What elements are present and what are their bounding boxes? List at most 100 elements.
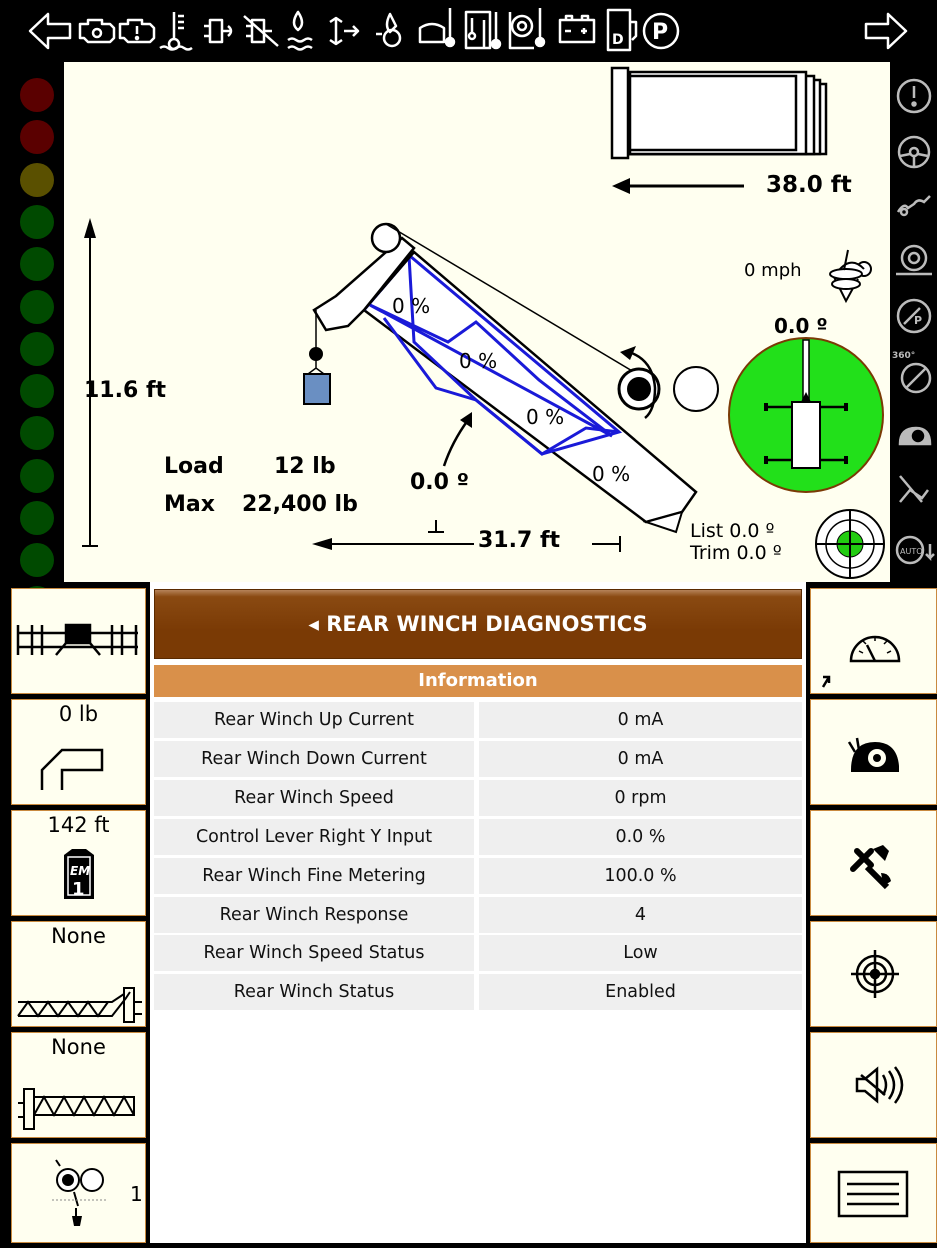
- diagnostic-value: 0 mA: [479, 740, 802, 777]
- diagnostic-label: Rear Winch Speed Status: [154, 935, 474, 972]
- hook-weight-button[interactable]: 0 lb: [11, 699, 146, 805]
- load-value: 12 lb: [274, 454, 336, 479]
- em-mode-icon: EM 1: [64, 849, 94, 900]
- boom-section-3-pct: 0 %: [526, 405, 565, 429]
- svg-text:360°: 360°: [892, 351, 915, 361]
- jib-1-button[interactable]: None: [11, 921, 146, 1027]
- winch-count: 1: [130, 1182, 143, 1206]
- oil-pressure-icon: [376, 12, 402, 48]
- diagnostic-label: Control Lever Right Y Input: [154, 818, 474, 855]
- hydraulic-level-icon: [464, 10, 502, 50]
- diagnostic-value: 0.0 %: [479, 818, 802, 855]
- transmission-temp-icon: [508, 8, 546, 50]
- creep-speed-icon: [847, 737, 899, 772]
- warning-light: [20, 458, 54, 493]
- def-level-icon: D: [606, 8, 638, 52]
- engine-warning-icon: [118, 18, 156, 44]
- main-hook-block-icon: [40, 748, 104, 790]
- diagnostics-panel: ◂ REAR WINCH DIAGNOSTICS Information Rea…: [150, 582, 806, 1243]
- battery-icon: [558, 14, 596, 44]
- boom-length-value: 38.0 ft: [766, 172, 852, 198]
- wind-speed-value: 0 mph: [744, 260, 802, 281]
- speaker-mute-icon: [855, 1066, 904, 1104]
- menu-button[interactable]: [810, 1143, 937, 1243]
- svg-text:D: D: [612, 32, 624, 48]
- em-mode-number: 1: [72, 879, 85, 900]
- engine-icon: [78, 18, 116, 44]
- boom-length-limit-button[interactable]: 142 ft EM 1: [11, 810, 146, 916]
- diagnostic-label: Rear Winch Response: [154, 896, 474, 933]
- jib-2-button[interactable]: None: [11, 1032, 146, 1138]
- diagnostic-value: 0 mA: [479, 702, 802, 738]
- diagnostic-row: Rear Winch Speed Status Low: [154, 935, 802, 972]
- hydraulic-temp-icon: [418, 8, 456, 48]
- warning-light: [20, 374, 54, 409]
- air-filter-icon: [329, 16, 360, 46]
- swing-angle-value: 0.0 º: [774, 314, 828, 338]
- svg-text:P: P: [652, 20, 668, 45]
- transmission-icon: [899, 475, 929, 503]
- warning-light: [20, 289, 54, 324]
- menu-icon: [837, 1170, 909, 1218]
- warning-exclamation-icon: [896, 78, 932, 114]
- warning-light: [20, 416, 54, 451]
- coolant-temp-icon: [159, 12, 193, 51]
- diagnostic-row: Rear Winch Speed 0 rpm: [154, 779, 802, 816]
- boom-length-diagram: [610, 66, 828, 160]
- engine-gear-icon: [896, 244, 932, 276]
- boom-angle-value: 0.0 º: [410, 470, 470, 495]
- diagnostics-title-button[interactable]: ◂ REAR WINCH DIAGNOSTICS: [154, 589, 802, 659]
- tools-button[interactable]: [810, 810, 937, 916]
- load-label: Load: [164, 454, 224, 479]
- creep-mode-icon: [898, 426, 932, 446]
- radius-value: 31.7 ft: [478, 528, 561, 553]
- diagnostic-label: Rear Winch Speed: [154, 779, 474, 816]
- target-icon: [851, 950, 899, 998]
- warning-light: [20, 120, 54, 155]
- target-button[interactable]: [810, 921, 937, 1027]
- boom-section-4-pct: 0 %: [592, 462, 631, 486]
- outrigger-icon: [896, 195, 931, 217]
- creep-speed-button[interactable]: [810, 699, 937, 805]
- warning-light: [20, 204, 54, 239]
- nav-right-arrow-icon[interactable]: [864, 12, 908, 50]
- level-bubble-indicator: [815, 509, 885, 579]
- diagnostic-label: Rear Winch Up Current: [154, 702, 474, 738]
- diagnostic-value: 0 rpm: [479, 779, 802, 816]
- outrigger-config-icon: [16, 623, 138, 656]
- winch-select-button[interactable]: 1: [11, 1143, 146, 1243]
- diagnostic-row: Rear Winch Response 4: [154, 896, 802, 933]
- warning-light: [20, 162, 54, 197]
- jib-offset-icon: [18, 1088, 135, 1130]
- diagnostic-value: 100.0 %: [479, 857, 802, 894]
- diagnostic-label: Rear Winch Status: [154, 974, 474, 1011]
- fuel-filter-icon: [204, 18, 233, 44]
- 360-swing-icon: 360°: [892, 351, 932, 394]
- diagnostic-row: Rear Winch Fine Metering 100.0 %: [154, 857, 802, 894]
- diagnostic-row: Rear Winch Status Enabled: [154, 974, 802, 1011]
- list-value: List 0.0 º: [690, 520, 775, 542]
- diagnostic-value: Low: [479, 935, 802, 972]
- winch-drums-icon: [52, 1159, 108, 1226]
- auto-rpm-icon: AUTO: [895, 535, 935, 565]
- speedometer-button[interactable]: [810, 588, 937, 694]
- radius-arrow: [312, 536, 621, 552]
- diagnostic-label: Rear Winch Down Current: [154, 740, 474, 777]
- diagnostic-value: 4: [479, 896, 802, 933]
- svg-text:P: P: [914, 314, 922, 327]
- max-load-value: 22,400 lb: [242, 492, 358, 517]
- swing-indicator: [728, 337, 884, 493]
- warning-light: [20, 543, 54, 578]
- height-value: 11.6 ft: [84, 378, 167, 403]
- warning-light: [20, 331, 54, 366]
- jib-lattice-icon: [17, 987, 142, 1023]
- parking-brake-icon: P: [642, 12, 680, 50]
- nav-left-arrow-icon[interactable]: [28, 12, 72, 50]
- outrigger-config-button[interactable]: [11, 588, 146, 694]
- warning-lights-column: [0, 62, 64, 620]
- warning-light: [20, 78, 54, 112]
- top-status-bar: D P: [0, 0, 937, 62]
- boom-section-2-pct: 0 %: [459, 349, 498, 373]
- wind-speed-icon: [829, 249, 872, 304]
- mute-button[interactable]: [810, 1032, 937, 1138]
